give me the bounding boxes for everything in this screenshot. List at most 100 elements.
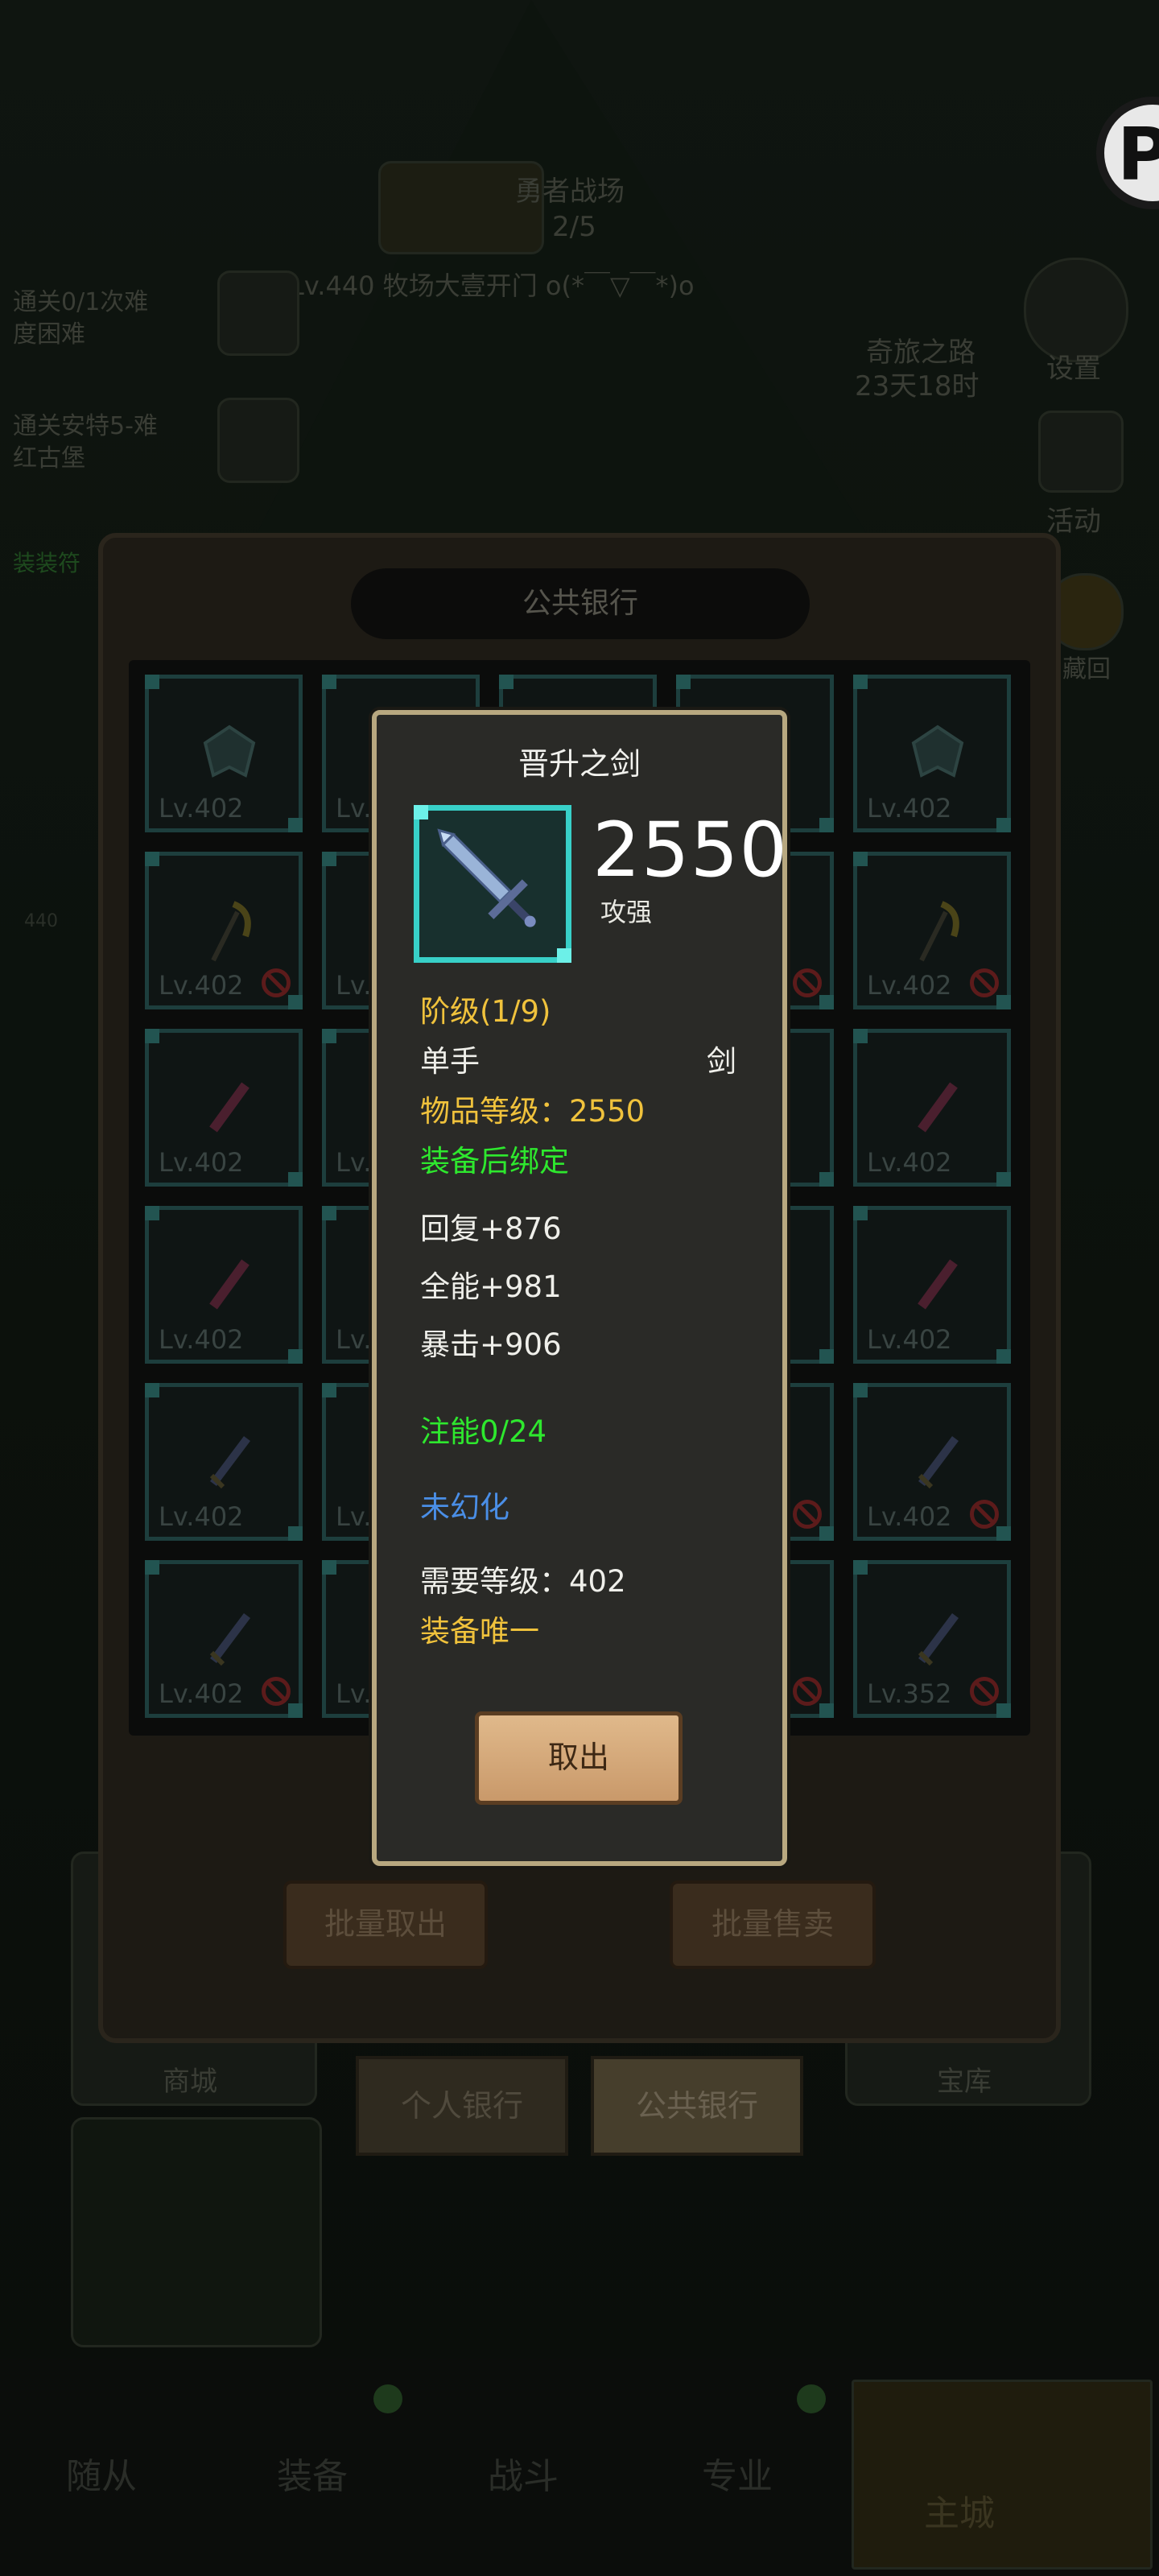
side-label-3: 藏回 bbox=[1062, 655, 1111, 683]
sword-icon bbox=[209, 1436, 250, 1489]
quest1-line2: 度困难 bbox=[13, 320, 85, 349]
item-icon-frame bbox=[414, 805, 571, 963]
item-infuse: 注能0/24 bbox=[420, 1414, 547, 1449]
bank-slot-level: Lv. bbox=[336, 793, 372, 824]
event-line2: 23天18时 bbox=[855, 370, 980, 402]
treasury-label[interactable]: 宝库 bbox=[937, 2059, 992, 2099]
item-weapon-type: 剑 bbox=[707, 1044, 736, 1079]
restricted-icon bbox=[793, 1500, 822, 1529]
bank-slot-level: Lv. bbox=[336, 1501, 372, 1532]
bank-slot-level: Lv.402 bbox=[867, 970, 952, 1001]
nav-main-city-tile[interactable] bbox=[852, 2380, 1153, 2570]
quest1-line1: 通关0/1次难 bbox=[13, 288, 149, 316]
quest2-line1: 通关安特5-难 bbox=[13, 412, 158, 440]
bank-slot[interactable]: Lv.402 bbox=[853, 1206, 1011, 1364]
bank-slot-level: Lv.402 bbox=[159, 793, 244, 824]
bank-slot[interactable]: Lv.402 bbox=[853, 1029, 1011, 1187]
take-out-button[interactable]: 取出 bbox=[475, 1711, 683, 1805]
bank-slot-level: Lv. bbox=[336, 1147, 372, 1178]
bank-slot[interactable]: Lv.402 bbox=[853, 675, 1011, 832]
p-icon: P bbox=[1117, 113, 1159, 197]
nav-battle[interactable]: 战斗 bbox=[488, 2447, 559, 2499]
bank-title: 公共银行 bbox=[522, 587, 638, 620]
bank-slot[interactable]: Lv.402 bbox=[145, 1560, 303, 1718]
restricted-icon bbox=[970, 1500, 999, 1529]
bank-slot[interactable]: Lv.352 bbox=[853, 1560, 1011, 1718]
item-power-label: 攻强 bbox=[600, 897, 653, 927]
restricted-icon bbox=[793, 1677, 822, 1706]
scythe-icon bbox=[919, 901, 959, 962]
sword-icon bbox=[918, 1436, 959, 1489]
tab-public-bank[interactable]: 公共银行 bbox=[591, 2056, 803, 2156]
item-power-value: 2550 bbox=[592, 807, 789, 894]
bank-slot-level: Lv.402 bbox=[159, 1678, 244, 1709]
nav-profession-dot bbox=[797, 2384, 826, 2413]
quest2-line2: 红古堡 bbox=[13, 444, 85, 473]
batch-take-button[interactable]: 批量取出 bbox=[283, 1880, 488, 1969]
scythe-icon bbox=[211, 901, 251, 962]
restricted-icon bbox=[970, 968, 999, 997]
item-name: 晋升之剑 bbox=[518, 746, 641, 782]
quest2-icon[interactable] bbox=[217, 398, 299, 483]
battle-title: 勇者战场 bbox=[515, 175, 625, 208]
left-label-3: 装装符 bbox=[13, 550, 81, 576]
item-hand: 单手 bbox=[420, 1044, 480, 1079]
bank-slot-level: Lv.352 bbox=[867, 1678, 952, 1709]
bank-slot[interactable]: Lv.402 bbox=[853, 852, 1011, 1009]
sword-icon bbox=[209, 1613, 250, 1666]
item-transmog: 未幻化 bbox=[420, 1490, 509, 1525]
settings-label[interactable]: 设置 bbox=[1046, 346, 1101, 386]
bank-slot-level: Lv.402 bbox=[867, 1324, 952, 1355]
nav-followers[interactable]: 随从 bbox=[66, 2447, 137, 2499]
bank-slot[interactable]: Lv.402 bbox=[853, 1383, 1011, 1541]
dagger-icon bbox=[918, 1082, 958, 1133]
item-tier: 阶级(1/9) bbox=[420, 994, 551, 1029]
bank-slot-level: Lv.402 bbox=[159, 1324, 244, 1355]
nav-main-city[interactable]: 主城 bbox=[924, 2484, 995, 2536]
bank-slot-level: Lv.402 bbox=[867, 793, 952, 824]
bank-slot[interactable]: Lv.402 bbox=[145, 852, 303, 1009]
tab-personal-bank[interactable]: 个人银行 bbox=[356, 2056, 568, 2156]
item-stat-crit: 暴击+906 bbox=[420, 1327, 562, 1362]
bank-slot-level: Lv.402 bbox=[159, 1147, 244, 1178]
item-unique: 装备唯一 bbox=[420, 1614, 539, 1649]
activity-label[interactable]: 活动 bbox=[1046, 499, 1101, 539]
bank-slot-level: Lv.402 bbox=[159, 1501, 244, 1532]
dagger-icon bbox=[209, 1082, 250, 1133]
nav-equipment-dot bbox=[373, 2384, 402, 2413]
batch-sell-button[interactable]: 批量售卖 bbox=[670, 1880, 876, 1969]
emblem-icon bbox=[203, 724, 256, 778]
dagger-icon bbox=[918, 1259, 958, 1310]
player-name: Lv.440 牧场大壹开门 o(*￣▽￣*)o bbox=[290, 270, 695, 301]
battle-progress: 2/5 bbox=[552, 211, 596, 243]
quest1-icon[interactable] bbox=[217, 270, 299, 356]
level-badge: 440 bbox=[24, 911, 58, 931]
item-bind: 装备后绑定 bbox=[420, 1144, 569, 1179]
bank-slot[interactable]: Lv.402 bbox=[145, 675, 303, 832]
bank-slot-level: Lv.402 bbox=[867, 1501, 952, 1532]
item-stat-recovery: 回复+876 bbox=[420, 1212, 562, 1246]
nav-profession[interactable]: 专业 bbox=[702, 2447, 773, 2499]
bank-slot[interactable]: Lv.402 bbox=[145, 1383, 303, 1541]
restricted-icon bbox=[970, 1677, 999, 1706]
item-level: 物品等级：2550 bbox=[420, 1094, 645, 1129]
activity-icon[interactable] bbox=[1038, 411, 1124, 493]
bank-slot[interactable]: Lv.402 bbox=[145, 1206, 303, 1364]
dagger-icon bbox=[209, 1259, 250, 1310]
bank-slot-level: Lv. bbox=[336, 1678, 372, 1709]
shop-label[interactable]: 商城 bbox=[163, 2059, 217, 2099]
nav-equipment[interactable]: 装备 bbox=[277, 2447, 348, 2499]
bank-slot-level: Lv.402 bbox=[867, 1147, 952, 1178]
sword-icon bbox=[437, 828, 536, 927]
emblem-icon bbox=[911, 724, 964, 778]
bank-slot-level: Lv.402 bbox=[159, 970, 244, 1001]
restricted-icon bbox=[262, 1677, 291, 1706]
dragon-portrait[interactable] bbox=[71, 2117, 322, 2347]
item-required-level: 需要等级：402 bbox=[420, 1564, 626, 1599]
item-stat-versatility: 全能+981 bbox=[420, 1269, 562, 1304]
sword-icon bbox=[918, 1613, 959, 1666]
restricted-icon bbox=[793, 968, 822, 997]
bank-slot[interactable]: Lv.402 bbox=[145, 1029, 303, 1187]
restricted-icon bbox=[262, 968, 291, 997]
bank-slot-level: Lv. bbox=[336, 1324, 372, 1355]
